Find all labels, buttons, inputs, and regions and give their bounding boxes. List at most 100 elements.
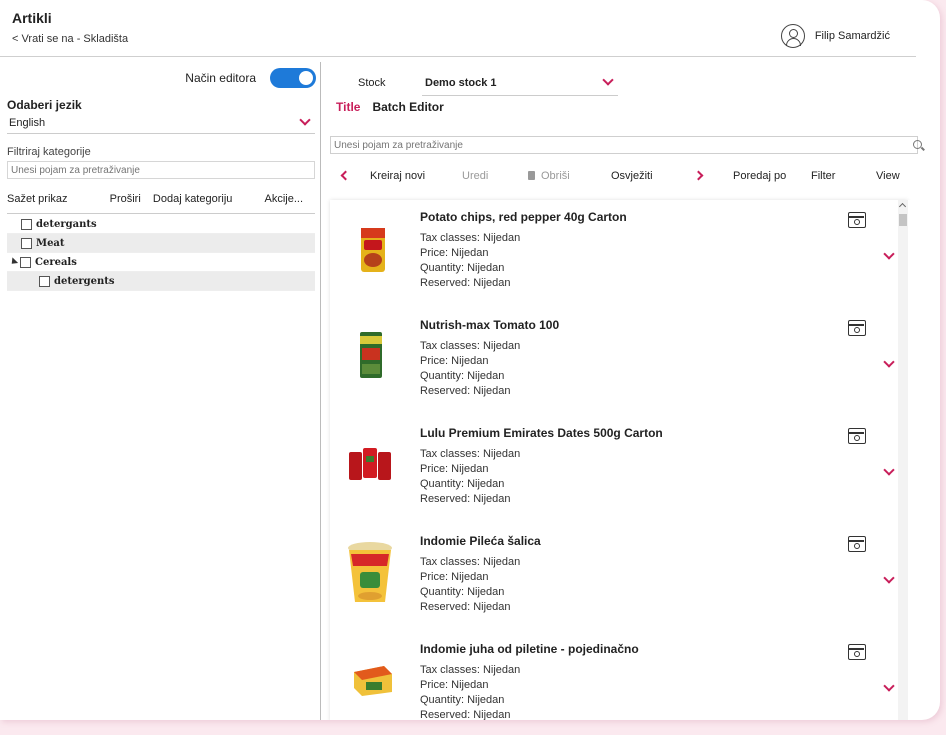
toolbar: Kreiraj novi Uredi Obriši Osvježiti Pore… xyxy=(330,166,918,188)
view-item-icon[interactable] xyxy=(848,212,866,228)
trash-icon xyxy=(528,171,535,180)
language-label: Odaberi jezik xyxy=(7,98,82,112)
item-list: Potato chips, red pepper 40g Carton Tax … xyxy=(330,200,918,720)
item-quantity: Quantity: Nijedan xyxy=(420,694,505,706)
expand-triangle-icon[interactable] xyxy=(8,257,19,267)
create-button[interactable]: Kreiraj novi xyxy=(370,170,425,182)
item-quantity: Quantity: Nijedan xyxy=(420,586,505,598)
item-title: Indomie Pileća šalica xyxy=(420,534,541,548)
item-price: Price: Nijedan xyxy=(420,571,489,583)
item-price: Price: Nijedan xyxy=(420,247,489,259)
item-tax: Tax classes: Nijedan xyxy=(420,664,521,676)
item-reserved: Reserved: Nijedan xyxy=(420,493,511,505)
item-price: Price: Nijedan xyxy=(420,463,489,475)
tab-bar: Title Batch Editor xyxy=(336,100,444,114)
chevron-down-icon xyxy=(602,74,614,86)
list-item[interactable]: Lulu Premium Emirates Dates 500g Carton … xyxy=(330,416,898,524)
items-panel: Stock Demo stock 1 Title Batch Editor Kr… xyxy=(330,62,930,720)
item-tax: Tax classes: Nijedan xyxy=(420,340,521,352)
actions-menu-button[interactable]: Akcije... xyxy=(264,193,303,205)
edit-button[interactable]: Uredi xyxy=(462,170,488,182)
expand-item-chevron-icon[interactable] xyxy=(883,356,895,368)
scroll-up-icon[interactable] xyxy=(898,202,907,211)
editor-mode-label: Način editora xyxy=(185,71,256,85)
tree-item-label: detergents xyxy=(54,275,115,287)
filter-categories-label: Filtriraj kategorije xyxy=(7,146,91,158)
expand-button[interactable]: Proširi xyxy=(110,193,141,205)
item-reserved: Reserved: Nijedan xyxy=(420,601,511,613)
editor-mode-row: Način editora xyxy=(0,68,316,88)
expand-item-chevron-icon[interactable] xyxy=(883,572,895,584)
search-icon[interactable] xyxy=(913,140,922,149)
prev-arrow-icon[interactable] xyxy=(340,170,351,181)
filter-categories-input[interactable] xyxy=(7,161,315,179)
chevron-down-icon xyxy=(299,114,311,126)
back-link[interactable]: < Vrati se na - Skladišta xyxy=(12,33,128,45)
tree-item-label: Meat xyxy=(36,237,65,249)
scroll-thumb[interactable] xyxy=(899,214,907,226)
tree-item[interactable]: Meat xyxy=(7,234,315,253)
view-item-icon[interactable] xyxy=(848,428,866,444)
app-window: Artikli < Vrati se na - Skladišta Filip … xyxy=(0,0,940,720)
filter-button[interactable]: Filter xyxy=(811,170,835,182)
checkbox[interactable] xyxy=(21,218,32,230)
item-tax: Tax classes: Nijedan xyxy=(420,232,521,244)
item-tax: Tax classes: Nijedan xyxy=(420,556,521,568)
list-item[interactable]: Nutrish-max Tomato 100 Tax classes: Nije… xyxy=(330,308,898,416)
product-image xyxy=(361,228,385,272)
editor-mode-toggle[interactable] xyxy=(270,68,316,88)
item-price: Price: Nijedan xyxy=(420,679,489,691)
category-divider xyxy=(7,213,315,214)
search-input[interactable] xyxy=(330,136,918,154)
product-image xyxy=(354,666,392,696)
language-value: English xyxy=(9,117,46,129)
list-item[interactable]: Indomie Pileća šalica Tax classes: Nijed… xyxy=(330,524,898,632)
refresh-button[interactable]: Osvježiti xyxy=(611,170,653,182)
stock-label: Stock xyxy=(358,77,386,89)
product-image xyxy=(348,542,392,602)
expand-item-chevron-icon[interactable] xyxy=(883,464,895,476)
stock-select[interactable]: Demo stock 1 xyxy=(422,68,618,96)
checkbox[interactable] xyxy=(20,256,31,268)
panel-divider xyxy=(320,62,321,720)
product-image xyxy=(349,448,391,480)
tree-item[interactable]: detergants xyxy=(7,215,315,234)
user-avatar-icon[interactable] xyxy=(780,24,805,48)
delete-button[interactable]: Obriši xyxy=(528,170,570,182)
tree-item[interactable]: Cereals xyxy=(7,253,315,272)
item-quantity: Quantity: Nijedan xyxy=(420,478,505,490)
view-button[interactable]: View xyxy=(876,170,900,182)
tree-item[interactable]: detergents xyxy=(7,272,315,291)
user-menu[interactable]: Filip Samardžić xyxy=(780,24,890,48)
sort-button[interactable]: Poredaj po xyxy=(733,170,786,182)
user-name: Filip Samardžić xyxy=(814,30,890,42)
next-arrow-icon[interactable] xyxy=(693,170,704,181)
category-actions: Sažet prikaz Proširi Dodaj kategoriju Ak… xyxy=(7,193,303,205)
add-category-button[interactable]: Dodaj kategoriju xyxy=(153,193,233,205)
list-scrollbar[interactable] xyxy=(898,200,908,720)
list-item[interactable]: Indomie juha od piletine - pojedinačno T… xyxy=(330,632,898,720)
tree-item-label: Cereals xyxy=(35,256,77,268)
collapse-view-button[interactable]: Sažet prikaz xyxy=(7,193,68,205)
page-title: Artikli xyxy=(12,10,52,26)
item-quantity: Quantity: Nijedan xyxy=(420,370,505,382)
item-reserved: Reserved: Nijedan xyxy=(420,385,511,397)
view-item-icon[interactable] xyxy=(848,536,866,552)
product-image xyxy=(360,332,382,378)
expand-item-chevron-icon[interactable] xyxy=(883,248,895,260)
list-item[interactable]: Potato chips, red pepper 40g Carton Tax … xyxy=(330,200,898,308)
language-select[interactable]: English xyxy=(7,114,315,134)
checkbox[interactable] xyxy=(39,275,50,287)
tab-title[interactable]: Title xyxy=(336,100,360,114)
checkbox[interactable] xyxy=(21,237,32,249)
view-item-icon[interactable] xyxy=(848,320,866,336)
header-divider xyxy=(0,56,916,57)
tab-batch-editor[interactable]: Batch Editor xyxy=(372,100,443,114)
view-item-icon[interactable] xyxy=(848,644,866,660)
delete-label: Obriši xyxy=(541,170,570,182)
item-title: Lulu Premium Emirates Dates 500g Carton xyxy=(420,426,663,440)
category-panel: Način editora Odaberi jezik English Filt… xyxy=(0,62,320,720)
item-tax: Tax classes: Nijedan xyxy=(420,448,521,460)
stock-value: Demo stock 1 xyxy=(425,77,497,89)
expand-item-chevron-icon[interactable] xyxy=(883,680,895,692)
